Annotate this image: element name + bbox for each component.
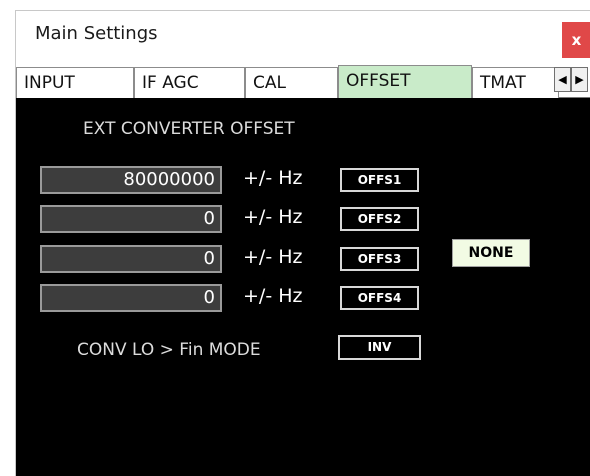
- offset-2-field[interactable]: 0: [40, 205, 222, 233]
- section-heading: EXT CONVERTER OFFSET: [83, 119, 295, 139]
- offs2-button[interactable]: OFFS2: [340, 207, 419, 231]
- offset-4-unit: +/- Hz: [243, 285, 303, 307]
- none-button[interactable]: NONE: [452, 239, 530, 267]
- offset-panel: EXT CONVERTER OFFSET 80000000 +/- Hz OFF…: [16, 98, 590, 476]
- offset-1-field[interactable]: 80000000: [40, 166, 222, 194]
- offset-3-field[interactable]: 0: [40, 245, 222, 273]
- tab-scroll-left-icon[interactable]: ◀: [554, 67, 571, 92]
- tab-input[interactable]: INPUT: [16, 67, 134, 98]
- tab-if-agc[interactable]: IF AGC: [134, 67, 245, 98]
- tab-cal[interactable]: CAL: [245, 67, 338, 98]
- conv-mode-label: CONV LO > Fin MODE: [77, 340, 261, 360]
- offs4-button[interactable]: OFFS4: [340, 286, 419, 310]
- tab-offset[interactable]: OFFSET: [338, 65, 472, 99]
- close-button[interactable]: x: [562, 22, 590, 58]
- offset-1-unit: +/- Hz: [243, 167, 303, 189]
- offs1-button[interactable]: OFFS1: [340, 168, 419, 192]
- tab-tmat[interactable]: TMAT: [472, 67, 559, 98]
- tab-scroll-right-icon[interactable]: ▶: [571, 67, 588, 92]
- window-title: Main Settings: [35, 23, 158, 44]
- inv-button[interactable]: INV: [338, 335, 421, 360]
- offset-2-unit: +/- Hz: [243, 206, 303, 228]
- main-settings-window: Main Settings x INPUT IF AGC CAL OFFSET …: [15, 10, 590, 476]
- offset-4-field[interactable]: 0: [40, 284, 222, 312]
- offs3-button[interactable]: OFFS3: [340, 247, 419, 271]
- tab-bar: INPUT IF AGC CAL OFFSET TMAT ◀ ▶: [16, 59, 590, 99]
- offset-3-unit: +/- Hz: [243, 246, 303, 268]
- title-bar[interactable]: Main Settings x: [16, 11, 590, 59]
